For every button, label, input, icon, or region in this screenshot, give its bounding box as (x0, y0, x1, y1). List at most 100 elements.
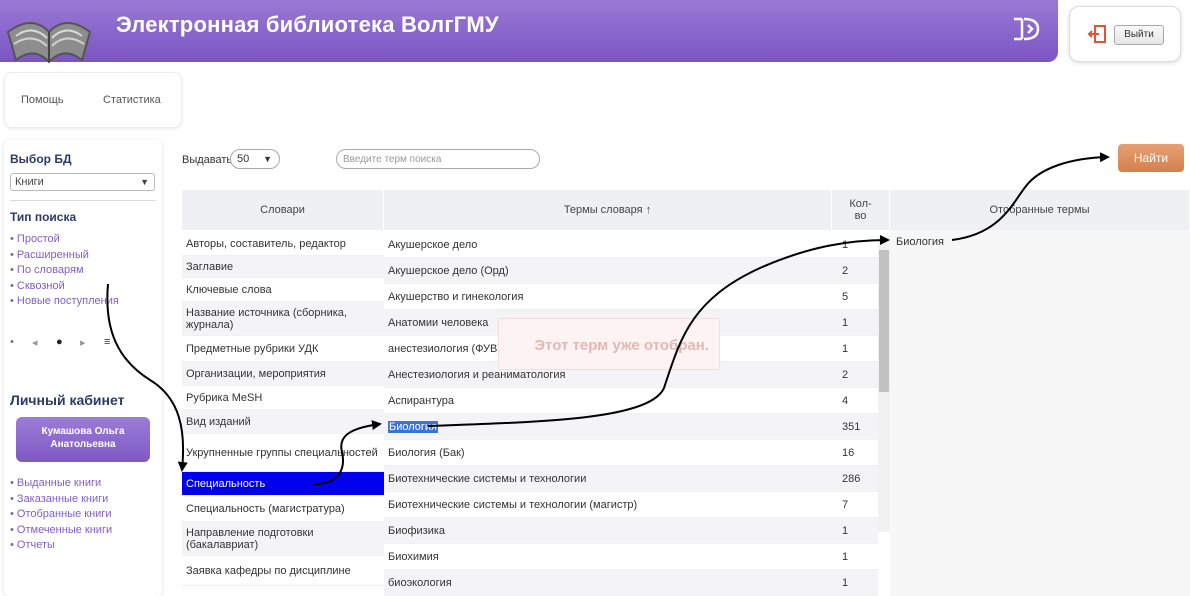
search-type-heading: Тип поиска (10, 210, 77, 224)
dictionary-item[interactable]: Направление подготовки (бакалавриат) (182, 522, 384, 556)
term-row[interactable]: Биотехнические системы и технологии (маг… (384, 492, 832, 518)
pager-menu-icon[interactable]: ≡ (104, 336, 110, 348)
app-header: Электронная библиотека ВолгГМУ (0, 0, 1058, 62)
term-label: биоэкология (388, 576, 452, 589)
dictionary-item[interactable]: Ключевые слова (182, 278, 384, 302)
find-button[interactable]: Найти (1118, 144, 1184, 172)
search-type-item[interactable]: Простой (10, 232, 119, 248)
divider (10, 200, 156, 201)
term-row[interactable]: биоэкология (384, 570, 832, 596)
term-label: Биотехнические системы и технологии (388, 472, 587, 485)
per-page-value: 50 (237, 153, 250, 165)
term-count: 5 (832, 284, 878, 310)
term-row[interactable]: Биотехнические системы и технологии (384, 466, 832, 492)
chosen-terms-pane (890, 230, 1190, 596)
term-row[interactable]: Акушерское дело (384, 232, 832, 258)
term-count: 351 (832, 414, 878, 440)
term-row[interactable]: Биофизика (384, 518, 832, 544)
cabinet-link[interactable]: Отобранные книги (10, 507, 112, 523)
db-select-value: Книги (15, 176, 44, 188)
term-label: Биофизика (388, 524, 446, 537)
pager-dot: • (10, 336, 14, 348)
term-count: 16 (832, 440, 878, 466)
per-page-select[interactable]: 50 ▼ (230, 149, 280, 169)
header-dictionaries[interactable]: Словари (182, 190, 384, 230)
term-row[interactable]: Акушерство и гинекология (384, 284, 832, 310)
term-label: анестезиология (ФУВ) (388, 342, 502, 355)
term-label: Биохимия (388, 550, 439, 563)
cabinet-link[interactable]: Выданные книги (10, 476, 112, 492)
left-sidebar: Выбор БД Книги ▼ Тип поиска Простой Расш… (4, 140, 162, 596)
search-type-item[interactable]: Новые поступления (10, 294, 119, 310)
chevron-down-icon: ▼ (263, 154, 272, 164)
term-search-input[interactable] (336, 149, 540, 169)
term-label: Биотехнические системы и технологии (маг… (388, 498, 638, 511)
term-count: 1 (832, 570, 878, 596)
term-row[interactable]: Акушерское дело (Орд) (384, 258, 832, 284)
terms-scrollbar-thumb[interactable] (879, 250, 889, 392)
search-type-item[interactable]: Сквозной (10, 279, 119, 295)
search-type-item[interactable]: Расширенный (10, 248, 119, 264)
top-nav: Помощь Статистика (4, 72, 182, 128)
pager-current-icon[interactable]: ● (56, 336, 63, 348)
db-select[interactable]: Книги ▼ (10, 173, 155, 191)
cabinet-link[interactable]: Отмеченные книги (10, 523, 112, 539)
pager-prev-icon[interactable]: ◂ (32, 336, 38, 349)
exit-door-icon[interactable] (1088, 25, 1106, 43)
pager-next-icon[interactable]: ▸ (80, 336, 86, 349)
term-label: Биология (Бак) (388, 446, 465, 459)
term-label: Анестезиология и реаниматология (388, 368, 566, 381)
open-book-icon (6, 22, 92, 64)
term-row[interactable]: Аспирантура (384, 388, 832, 414)
nav-help-link[interactable]: Помощь (21, 94, 64, 106)
app-title: Электронная библиотека ВолгГМУ (116, 12, 499, 37)
term-label: Акушерское дело (Орд) (388, 264, 509, 277)
term-label: Анатомии человека (388, 316, 489, 329)
header-chosen[interactable]: Отобранные термы (890, 190, 1190, 230)
dictionary-item[interactable]: Заявка кафедры по дисциплине (182, 556, 384, 586)
cabinet-links: Выданные книги Заказанные книги Отобранн… (10, 476, 112, 554)
term-count: 1 (832, 310, 878, 336)
exit-panel: Выйти (1069, 6, 1181, 62)
dictionary-item[interactable]: Название источника (сборника, журнала) (182, 302, 384, 336)
dictionary-item[interactable]: Укрупненные группы специальностей (182, 434, 384, 472)
already-chosen-toast: Этот терм уже отобран. (498, 318, 720, 370)
header-count[interactable]: Кол-во (832, 190, 890, 230)
user-name-badge[interactable]: Кумашова Ольга Анатольевна (16, 417, 150, 462)
term-label: Аспирантура (388, 394, 455, 407)
term-row[interactable]: Биология (384, 414, 832, 440)
dictionary-item[interactable]: Вид изданий (182, 410, 384, 434)
search-type-item[interactable]: По словарям (10, 263, 119, 279)
chevron-down-icon: ▼ (140, 177, 149, 187)
term-count: 1 (832, 544, 878, 570)
dictionary-item[interactable]: Предметные рубрики УДК (182, 336, 384, 362)
cabinet-link[interactable]: Отчеты (10, 538, 112, 554)
term-count: 2 (832, 258, 878, 284)
term-count: 286 (832, 466, 878, 492)
term-label: Акушерство и гинекология (388, 290, 524, 303)
dictionary-item[interactable]: Заглавие (182, 256, 384, 278)
exit-button[interactable]: Выйти (1114, 25, 1164, 45)
dictionary-item[interactable]: Авторы, составитель, редактор (182, 232, 384, 256)
nav-stats-link[interactable]: Статистика (103, 94, 161, 106)
dictionary-item[interactable]: Специальность (182, 472, 384, 496)
chosen-term[interactable]: Биология (896, 236, 944, 248)
header-terms[interactable]: Термы словаря ↑ (384, 190, 832, 230)
dictionary-item[interactable]: Организации, мероприятия (182, 362, 384, 386)
logout-arrow-icon[interactable] (1010, 14, 1044, 44)
cabinet-link[interactable]: Заказанные книги (10, 492, 112, 508)
dictionary-item[interactable]: Рубрика MeSH (182, 386, 384, 410)
term-count: 1 (832, 518, 878, 544)
term-row[interactable]: Биология (Бак) (384, 440, 832, 466)
term-count: 1 (832, 336, 878, 362)
term-label: Акушерское дело (388, 238, 478, 251)
term-count: 1 (832, 232, 878, 258)
dictionary-item[interactable]: Специальность (магистратура) (182, 496, 384, 522)
term-count: 7 (832, 492, 878, 518)
term-count: 2 (832, 362, 878, 388)
cabinet-heading: Личный кабинет (10, 392, 125, 408)
term-row[interactable]: Биохимия (384, 544, 832, 570)
db-heading: Выбор БД (10, 152, 72, 166)
term-count: 4 (832, 388, 878, 414)
term-label: Биология (388, 420, 439, 433)
